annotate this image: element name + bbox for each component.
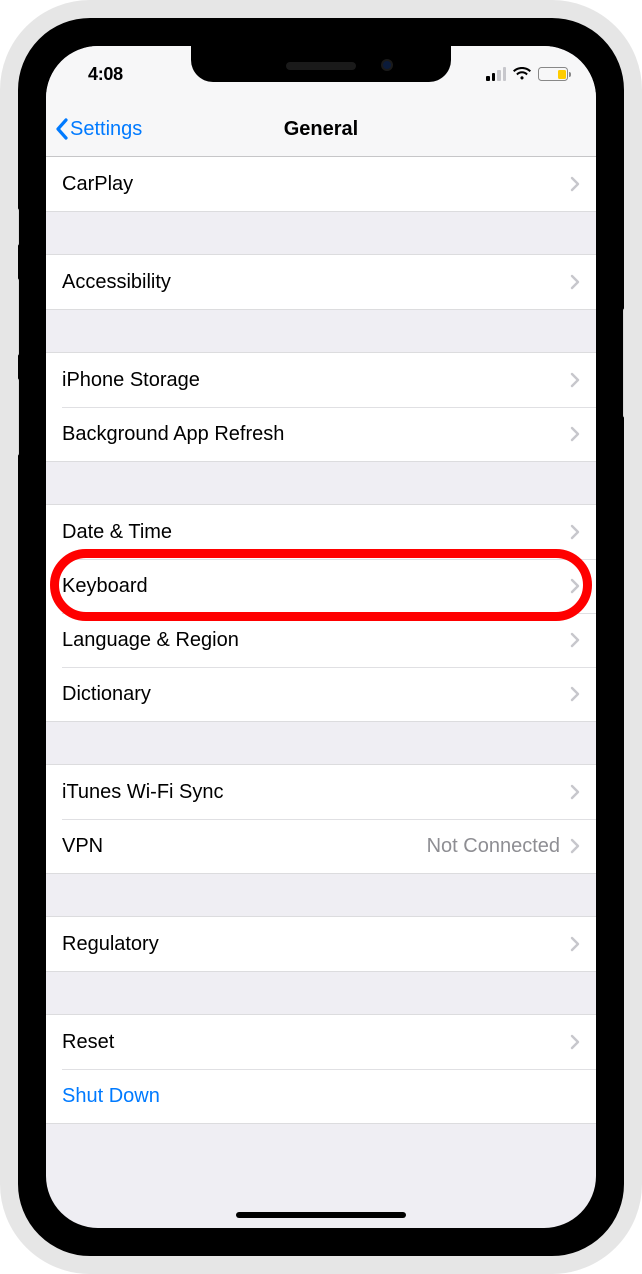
section-gap [46, 972, 596, 1014]
row-label: Date & Time [62, 521, 570, 544]
chevron-right-icon [570, 632, 580, 648]
row-label: Language & Region [62, 629, 570, 652]
chevron-right-icon [570, 686, 580, 702]
chevron-right-icon [570, 838, 580, 854]
row-keyboard[interactable]: Keyboard [46, 559, 596, 613]
row-label: iTunes Wi-Fi Sync [62, 781, 570, 804]
settings-section: Date & Time Keyboard Language & Region Dict… [46, 504, 596, 722]
chevron-right-icon [570, 176, 580, 192]
settings-section: Accessibility [46, 254, 596, 310]
row-label: Background App Refresh [62, 423, 570, 446]
row-label: Shut Down [62, 1085, 580, 1108]
chevron-right-icon [570, 372, 580, 388]
cellular-signal-icon [486, 67, 506, 81]
section-gap [46, 462, 596, 504]
back-label: Settings [70, 118, 142, 141]
settings-content[interactable]: CarPlay Accessibility iPhone Storage Backgr… [46, 157, 596, 1124]
chevron-right-icon [570, 578, 580, 594]
settings-section: iTunes Wi-Fi Sync VPNNot Connected [46, 764, 596, 874]
nav-bar: Settings General [46, 102, 596, 157]
row-dictionary[interactable]: Dictionary [46, 667, 596, 721]
row-value: Not Connected [427, 835, 560, 858]
row-itunes-wi-fi-sync[interactable]: iTunes Wi-Fi Sync [46, 765, 596, 819]
row-background-app-refresh[interactable]: Background App Refresh [46, 407, 596, 461]
chevron-left-icon [54, 118, 69, 140]
chevron-right-icon [570, 426, 580, 442]
section-gap [46, 722, 596, 764]
notch [191, 46, 451, 82]
settings-section: CarPlay [46, 157, 596, 212]
home-indicator[interactable] [236, 1212, 406, 1218]
row-language-region[interactable]: Language & Region [46, 613, 596, 667]
settings-section: Reset Shut Down [46, 1014, 596, 1124]
row-carplay[interactable]: CarPlay [46, 157, 596, 211]
chevron-right-icon [570, 784, 580, 800]
row-label: Keyboard [62, 575, 570, 598]
row-label: Dictionary [62, 683, 570, 706]
row-vpn[interactable]: VPNNot Connected [46, 819, 596, 873]
wifi-icon [512, 67, 532, 81]
screen: 4:08 Settings G [46, 46, 596, 1228]
row-label: VPN [62, 835, 427, 858]
row-accessibility[interactable]: Accessibility [46, 255, 596, 309]
row-regulatory[interactable]: Regulatory [46, 917, 596, 971]
row-label: Accessibility [62, 271, 570, 294]
section-gap [46, 874, 596, 916]
back-button[interactable]: Settings [46, 118, 142, 141]
chevron-right-icon [570, 936, 580, 952]
row-date-time[interactable]: Date & Time [46, 505, 596, 559]
row-label: CarPlay [62, 173, 570, 196]
section-gap [46, 310, 596, 352]
chevron-right-icon [570, 524, 580, 540]
battery-icon [538, 67, 568, 81]
row-label: Regulatory [62, 933, 570, 956]
row-label: iPhone Storage [62, 369, 570, 392]
chevron-right-icon [570, 274, 580, 290]
settings-section: iPhone Storage Background App Refresh [46, 352, 596, 462]
row-shut-down[interactable]: Shut Down [46, 1069, 596, 1123]
phone-frame: 4:08 Settings G [0, 0, 642, 1274]
settings-section: Regulatory [46, 916, 596, 972]
status-time: 4:08 [76, 64, 123, 85]
row-reset[interactable]: Reset [46, 1015, 596, 1069]
status-icons [486, 67, 574, 81]
section-gap [46, 212, 596, 254]
chevron-right-icon [570, 1034, 580, 1050]
row-iphone-storage[interactable]: iPhone Storage [46, 353, 596, 407]
row-label: Reset [62, 1031, 570, 1054]
